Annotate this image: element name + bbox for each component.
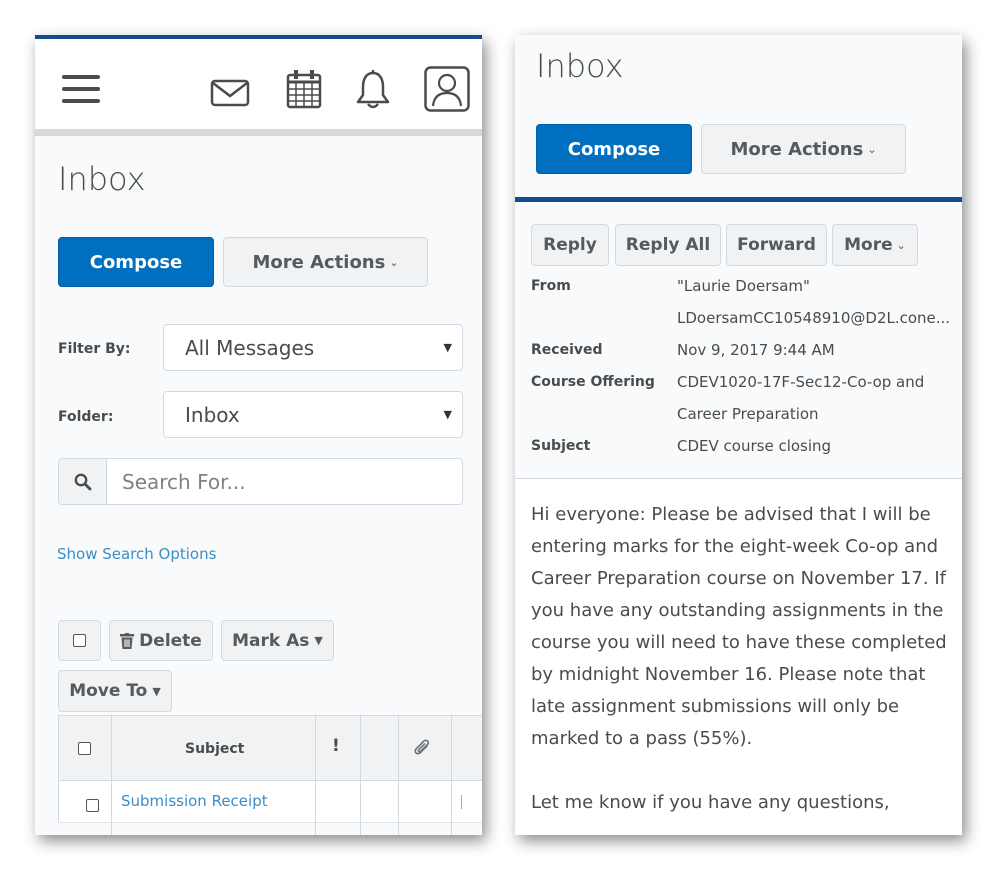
move-to-button[interactable]: Move To ▼ — [58, 670, 172, 712]
message-header: Reply Reply All Forward More ⌄ From "Lau… — [515, 202, 962, 479]
column-divider — [398, 715, 399, 835]
from-email: LDoersamCC10548910@D2L.cone... — [677, 309, 951, 327]
column-divider — [360, 715, 361, 835]
page-title: Inbox — [536, 47, 624, 85]
search-placeholder: Search For... — [122, 469, 246, 494]
reply-all-label: Reply All — [625, 235, 711, 255]
more-label: More — [844, 235, 893, 255]
received-label: Received — [531, 342, 603, 358]
from-label: From — [531, 278, 571, 294]
body-line: Let me know if you have any questions, — [531, 792, 890, 813]
course-offering-label: Course Offering — [531, 374, 655, 390]
move-to-label: Move To — [69, 681, 148, 701]
filter-label: Filter By: — [58, 341, 131, 357]
row-checkbox[interactable] — [86, 799, 99, 812]
course-offering-value-cont: Career Preparation — [677, 405, 819, 423]
more-button[interactable]: More ⌄ — [832, 224, 918, 266]
chevron-down-icon: ⌄ — [896, 238, 906, 252]
search-icon — [74, 473, 91, 490]
select-all-checkbox[interactable] — [73, 634, 86, 647]
folder-value: Inbox — [185, 402, 240, 427]
mark-as-label: Mark As — [232, 630, 310, 651]
body-line: Career Preparation course on November 17… — [531, 568, 946, 589]
top-navbar — [35, 39, 482, 136]
folder-label: Folder: — [58, 409, 114, 425]
mark-as-button[interactable]: Mark As ▼ — [221, 620, 334, 661]
filter-select[interactable]: All Messages ▼ — [163, 324, 463, 371]
from-name: "Laurie Doersam" — [677, 277, 810, 295]
course-offering-value: CDEV1020-17F-Sec12-Co-op and — [677, 373, 925, 391]
body-line: marked to a pass (55%). — [531, 728, 753, 749]
folder-select[interactable]: Inbox ▼ — [163, 391, 463, 438]
more-actions-button[interactable]: More Actions ⌄ — [223, 237, 428, 287]
delete-label: Delete — [139, 630, 202, 651]
attachment-icon — [414, 739, 430, 755]
dropdown-arrow-icon: ▼ — [443, 408, 452, 421]
compose-button[interactable]: Compose — [536, 124, 692, 174]
received-value: Nov 9, 2017 9:44 AM — [677, 341, 835, 359]
more-actions-label: More Actions — [730, 138, 864, 160]
select-all-button[interactable] — [58, 620, 101, 661]
page-title: Inbox — [58, 160, 146, 198]
caret-down-icon: ▼ — [314, 634, 323, 647]
user-icon[interactable] — [424, 66, 470, 112]
body-line: course you will need to have these compl… — [531, 632, 947, 653]
bell-icon[interactable] — [355, 69, 391, 111]
grid-header: Subject ! — [58, 715, 482, 781]
message-view-panel: Inbox Compose More Actions ⌄ Reply Reply… — [515, 35, 962, 835]
filter-value: All Messages — [185, 335, 315, 360]
subject-label: Subject — [531, 438, 591, 454]
column-divider — [451, 715, 452, 835]
reply-all-button[interactable]: Reply All — [615, 224, 721, 266]
subject-column-header[interactable]: Subject — [185, 741, 244, 757]
forward-label: Forward — [737, 235, 816, 255]
chevron-down-icon: ⌄ — [389, 255, 399, 269]
reply-button[interactable]: Reply — [531, 224, 609, 266]
chevron-down-icon: ⌄ — [867, 142, 877, 156]
search-button[interactable] — [58, 458, 107, 505]
message-text: Hi everyone: Please be advised that I wi… — [531, 499, 956, 819]
table-row[interactable]: Submission Receipt — [58, 781, 482, 823]
inbox-list-panel: Inbox Compose More Actions ⌄ Filter By: … — [35, 35, 482, 835]
body-line: you have any outstanding assignments in … — [531, 600, 944, 621]
mail-icon[interactable] — [210, 79, 250, 107]
body-line — [531, 755, 956, 787]
column-divider — [111, 715, 112, 835]
header-checkbox[interactable] — [78, 742, 91, 755]
calendar-icon[interactable] — [286, 69, 322, 109]
delete-button[interactable]: Delete — [109, 620, 213, 661]
subject-value: CDEV course closing — [677, 437, 832, 455]
compose-label: Compose — [89, 251, 183, 273]
body-line: by midnight November 16. Please note tha… — [531, 664, 926, 685]
body-line: Hi everyone: Please be advised that I wi… — [531, 504, 931, 525]
dropdown-arrow-icon: ▼ — [443, 341, 452, 354]
message-subject-link[interactable]: Submission Receipt — [121, 792, 268, 810]
body-line: entering marks for the eight-week Co-op … — [531, 536, 939, 557]
compose-button[interactable]: Compose — [58, 237, 214, 287]
truncated-cell-marker — [461, 795, 462, 809]
more-actions-button[interactable]: More Actions ⌄ — [701, 124, 906, 174]
body-line: late assignment submissions will only be — [531, 696, 900, 717]
more-actions-label: More Actions — [252, 251, 386, 273]
show-search-options-link[interactable]: Show Search Options — [57, 545, 216, 563]
search-input[interactable]: Search For... — [107, 458, 463, 505]
menu-icon[interactable] — [62, 75, 100, 103]
column-divider — [315, 715, 316, 835]
importance-column-header[interactable]: ! — [332, 736, 340, 756]
reply-label: Reply — [543, 235, 597, 255]
caret-down-icon: ▼ — [152, 684, 161, 698]
compose-label: Compose — [567, 138, 661, 160]
forward-button[interactable]: Forward — [726, 224, 827, 266]
message-view-header: Inbox Compose More Actions ⌄ — [515, 35, 962, 202]
trash-icon — [120, 632, 135, 649]
message-body: Hi everyone: Please be advised that I wi… — [515, 479, 962, 835]
